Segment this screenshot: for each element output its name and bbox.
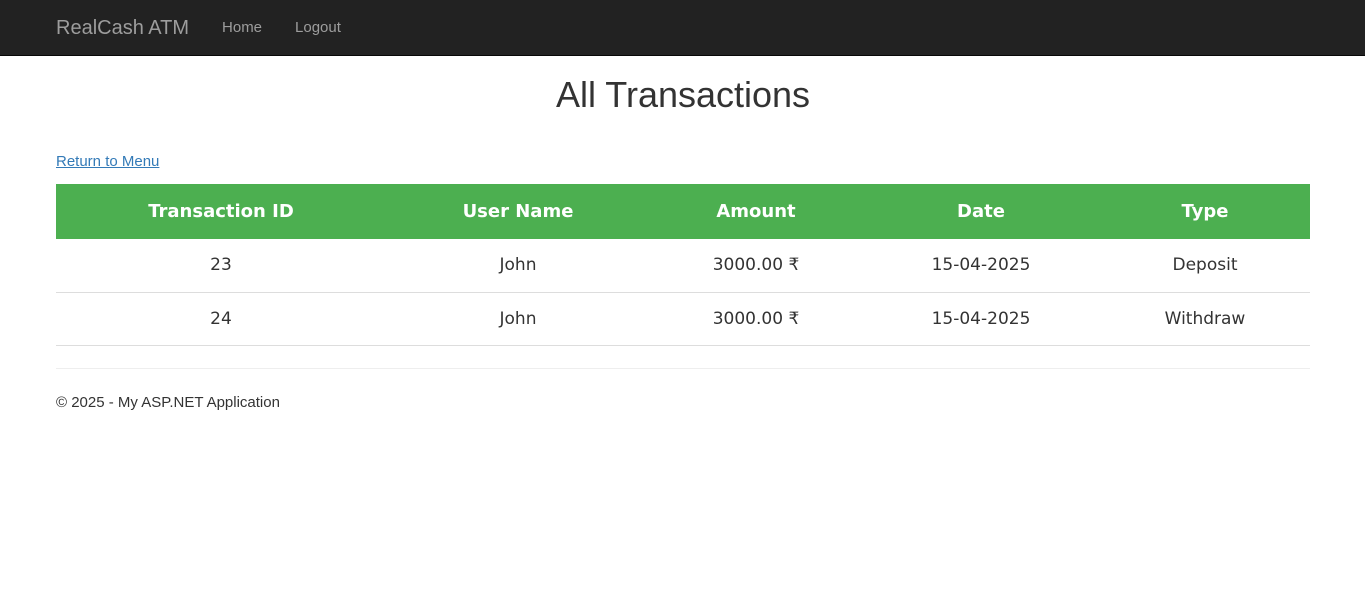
cell-user-name: John bbox=[386, 292, 650, 346]
column-header-date: Date bbox=[957, 201, 1005, 222]
return-to-menu-link[interactable]: Return to Menu bbox=[56, 152, 159, 172]
main-container: All Transactions Return to Menu Transact… bbox=[56, 74, 1310, 413]
cell-transaction-id: 24 bbox=[56, 292, 386, 346]
cell-amount: 3000.00 ₹ bbox=[650, 239, 862, 293]
cell-amount: 3000.00 ₹ bbox=[650, 292, 862, 346]
cell-date: 15-04-2025 bbox=[862, 292, 1100, 346]
transactions-table: Transaction ID User Name Amount Date Typ… bbox=[56, 184, 1310, 346]
cell-transaction-id: 23 bbox=[56, 239, 386, 293]
nav-link-logout[interactable]: Logout bbox=[295, 0, 341, 56]
footer-copyright: © 2025 - My ASP.NET Application bbox=[56, 393, 280, 411]
cell-date: 15-04-2025 bbox=[862, 239, 1100, 293]
footer-divider bbox=[56, 367, 1310, 369]
navbar: RealCash ATM Home Logout bbox=[0, 0, 1365, 56]
cell-type: Withdraw bbox=[1100, 292, 1310, 346]
cell-type: Deposit bbox=[1100, 239, 1310, 293]
table-row: 23 John 3000.00 ₹ 15-04-2025 Deposit bbox=[56, 239, 1310, 293]
table-header: Transaction ID User Name Amount Date Typ… bbox=[56, 184, 1310, 239]
page-title: All Transactions bbox=[555, 74, 811, 115]
column-header-amount: Amount bbox=[716, 201, 796, 222]
column-header-user-name: User Name bbox=[462, 201, 574, 222]
nav-link-home[interactable]: Home bbox=[222, 0, 262, 56]
table-body: 23 John 3000.00 ₹ 15-04-2025 Deposit 24 … bbox=[56, 239, 1310, 346]
column-header-type: Type bbox=[1181, 201, 1229, 222]
table-row: 24 John 3000.00 ₹ 15-04-2025 Withdraw bbox=[56, 292, 1310, 346]
column-header-transaction-id: Transaction ID bbox=[148, 201, 294, 222]
brand-link[interactable]: RealCash ATM bbox=[56, 0, 189, 56]
table-header-row: Transaction ID User Name Amount Date Typ… bbox=[56, 184, 1310, 239]
cell-user-name: John bbox=[386, 239, 650, 293]
